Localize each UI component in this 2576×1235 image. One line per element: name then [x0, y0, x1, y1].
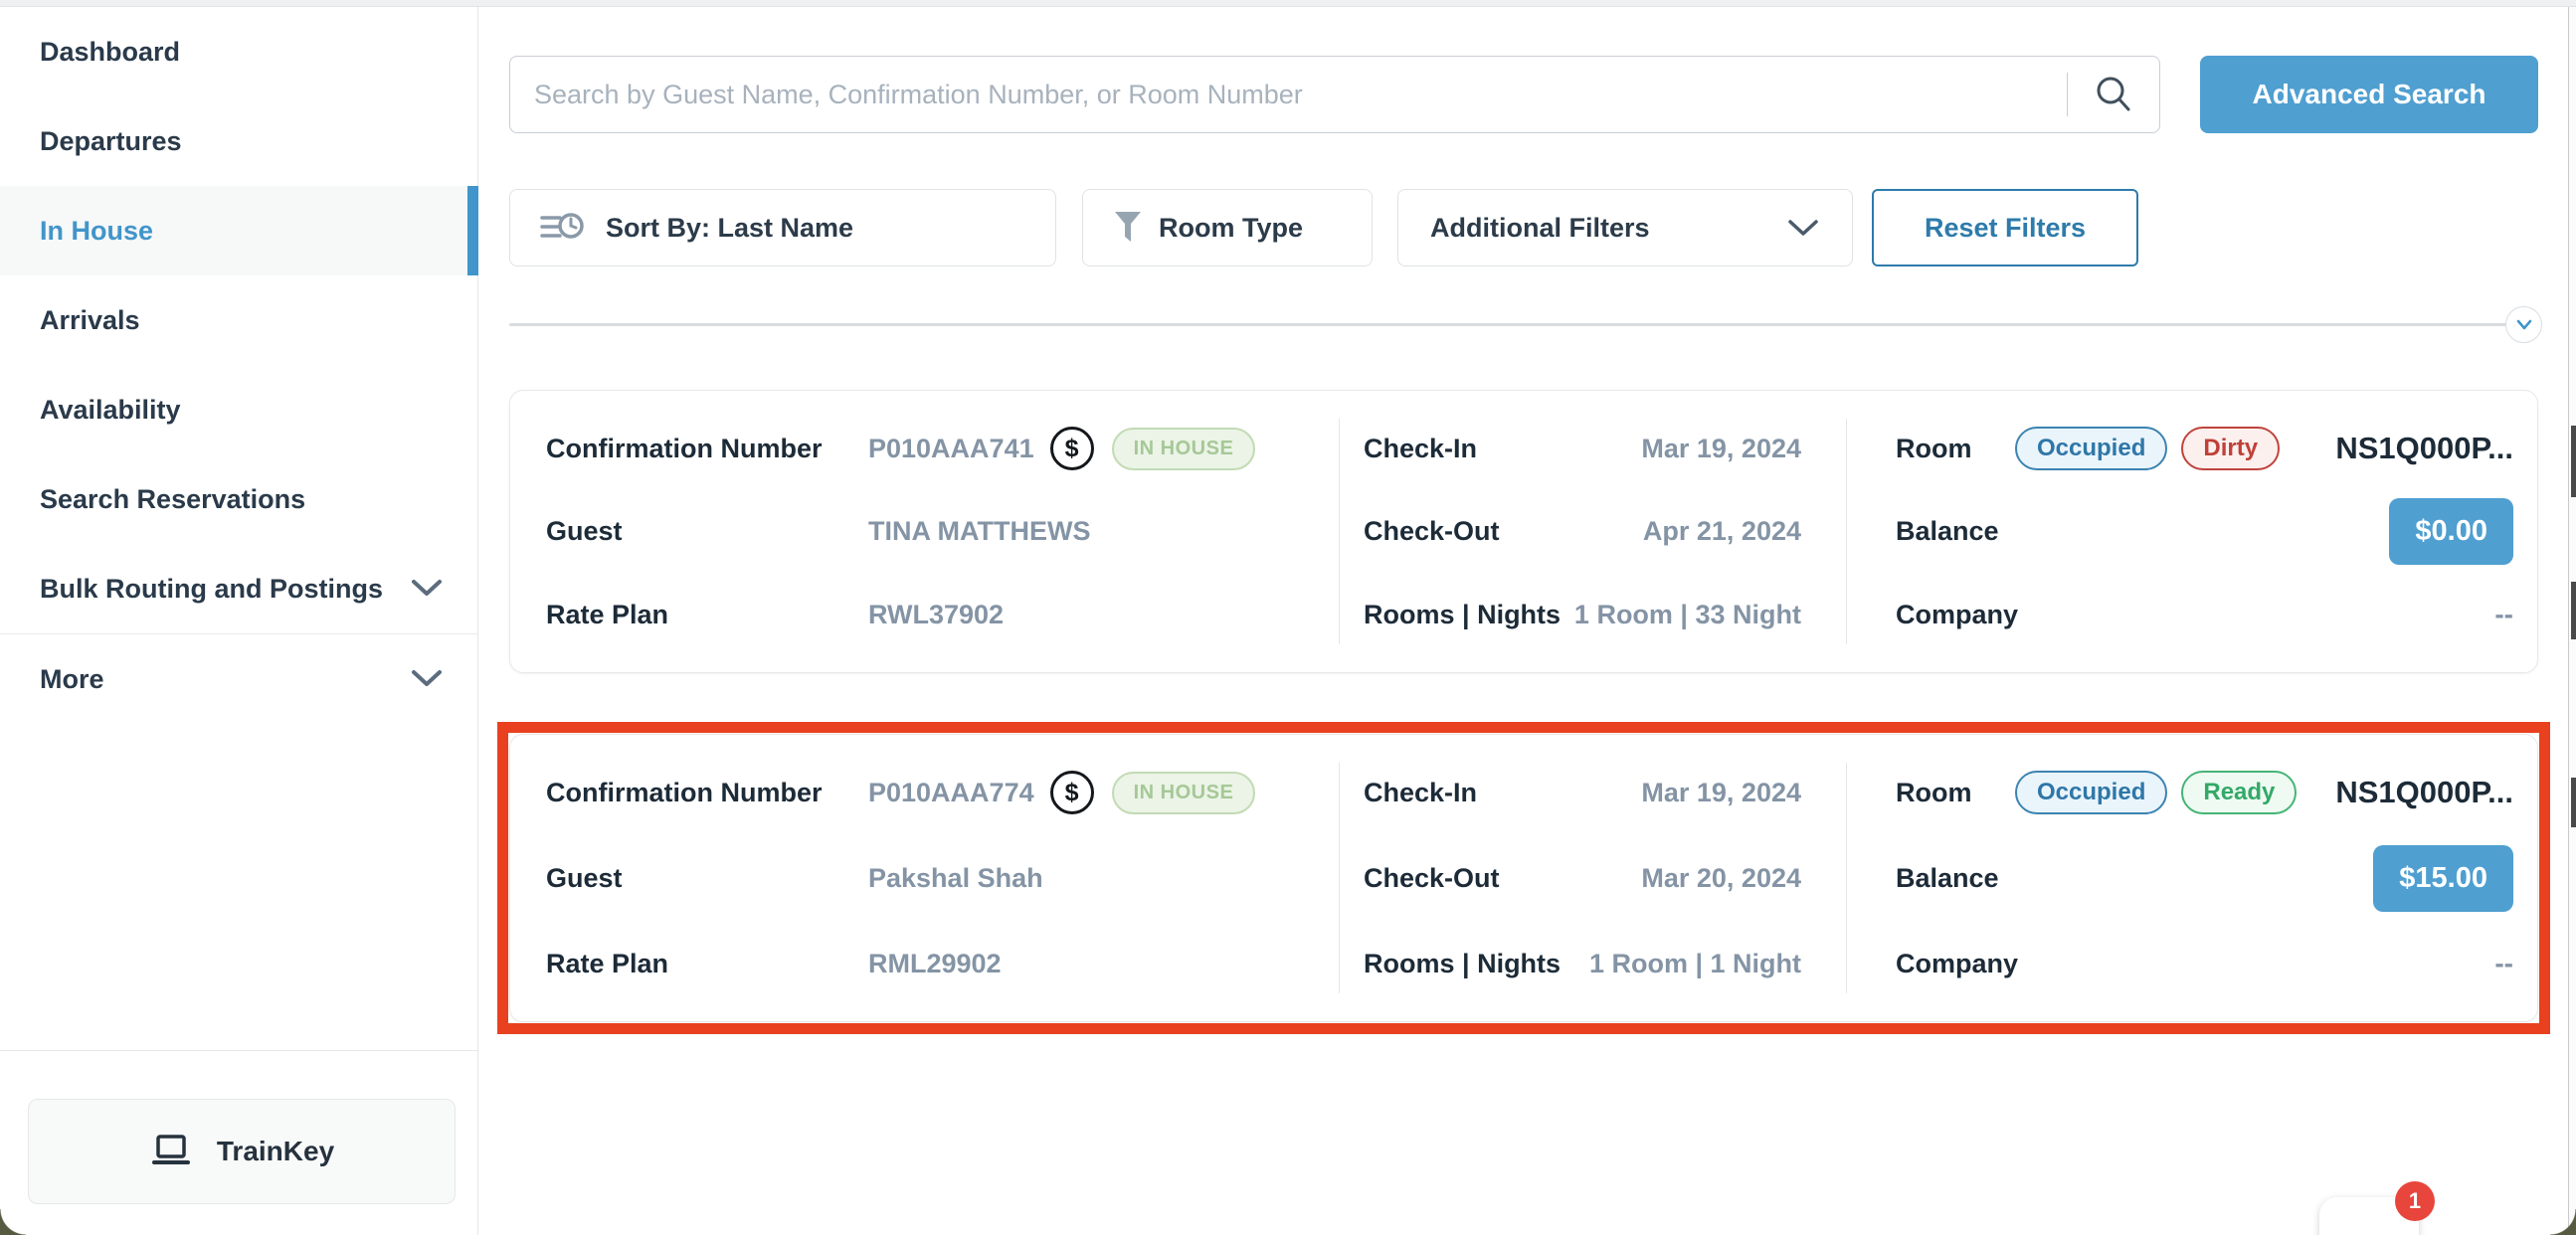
additional-filters-dropdown[interactable]: Additional Filters	[1397, 189, 1853, 266]
balance-row: Balance $0.00	[1896, 498, 2513, 565]
card-column-divider	[1846, 419, 1847, 644]
sidebar-item-in-house[interactable]: In House	[0, 186, 477, 275]
search-bar	[509, 56, 2160, 133]
collapse-section-button[interactable]	[2505, 306, 2542, 343]
rate-plan-row: Rate Plan RML29902	[546, 936, 1319, 991]
chevron-down-icon	[411, 664, 443, 695]
room-number: NS1Q000P...	[2335, 775, 2513, 810]
card-column-divider	[1846, 763, 1847, 993]
check-out-row: Check-Out Apr 21, 2024	[1364, 504, 1801, 560]
check-out-row: Check-Out Mar 20, 2024	[1364, 850, 1801, 906]
sidebar-item-more[interactable]: More	[0, 634, 477, 724]
room-status-badges: Occupied Ready	[2015, 771, 2297, 814]
housekeeping-badge: Ready	[2181, 771, 2297, 814]
confirmation-row: Confirmation Number P010AAA741 $ IN HOUS…	[546, 421, 1319, 476]
trainkey-button[interactable]: TrainKey	[28, 1099, 456, 1204]
chevron-down-icon	[411, 574, 443, 605]
check-in-date: Mar 19, 2024	[1641, 778, 1801, 808]
window-corner	[2550, 1209, 2576, 1235]
chat-widget-button[interactable]: 1	[2319, 1197, 2419, 1235]
confirmation-number: P010AAA774	[868, 778, 1034, 808]
check-out-date: Apr 21, 2024	[1643, 516, 1801, 547]
rate-plan-value: RWL37902	[868, 600, 1004, 630]
check-in-row: Check-In Mar 19, 2024	[1364, 765, 1801, 820]
sidebar-item-dashboard[interactable]: Dashboard	[0, 7, 477, 96]
check-out-date: Mar 20, 2024	[1641, 863, 1801, 894]
rooms-nights-row: Rooms | Nights 1 Room | 1 Night	[1364, 936, 1801, 991]
advanced-search-button[interactable]: Advanced Search	[2200, 56, 2538, 133]
confirmation-number: P010AAA741	[868, 434, 1034, 464]
guest-row: Guest TINA MATTHEWS	[546, 504, 1319, 560]
search-icon[interactable]	[2068, 73, 2159, 116]
company-row: Company --	[1896, 587, 2513, 642]
room-type-filter-button[interactable]: Room Type	[1082, 189, 1373, 266]
balance-row: Balance $15.00	[1896, 845, 2513, 912]
section-divider	[509, 323, 2511, 326]
sort-icon	[538, 210, 586, 246]
company-value: --	[2494, 948, 2513, 979]
room-number: NS1Q000P...	[2335, 431, 2513, 466]
card-room-column: Room Occupied Ready NS1Q000P... Balance …	[1846, 735, 2537, 1021]
card-column-divider	[1339, 419, 1340, 644]
room-row: Room Occupied Ready NS1Q000P...	[1896, 765, 2513, 820]
sidebar-item-departures[interactable]: Departures	[0, 96, 477, 186]
sidebar: Dashboard Departures In House Arrivals A…	[0, 7, 478, 1235]
in-house-reservations-page: Dashboard Departures In House Arrivals A…	[0, 0, 2576, 1235]
rooms-nights-row: Rooms | Nights 1 Room | 33 Night	[1364, 587, 1801, 642]
reservation-card[interactable]: Confirmation Number P010AAA774 $ IN HOUS…	[509, 734, 2538, 1022]
occupancy-badge: Occupied	[2015, 427, 2167, 470]
card-room-column: Room Occupied Dirty NS1Q000P... Balance …	[1846, 391, 2537, 672]
company-value: --	[2494, 599, 2513, 630]
status-badge: IN HOUSE	[1112, 428, 1256, 470]
edge-artifact	[2571, 778, 2576, 827]
status-badge: IN HOUSE	[1112, 772, 1256, 814]
window-top-edge	[0, 0, 2576, 7]
sidebar-item-arrivals[interactable]: Arrivals	[0, 275, 477, 365]
payment-dollar-icon[interactable]: $	[1050, 771, 1094, 814]
payment-dollar-icon[interactable]: $	[1050, 427, 1094, 470]
sort-by-button[interactable]: Sort By: Last Name	[509, 189, 1056, 266]
search-input[interactable]	[510, 80, 2067, 110]
company-row: Company --	[1896, 936, 2513, 991]
edge-artifact	[2571, 582, 2576, 639]
rate-plan-value: RML29902	[868, 949, 1002, 979]
rooms-nights-value: 1 Room | 33 Night	[1574, 600, 1801, 630]
reservation-card[interactable]: Confirmation Number P010AAA741 $ IN HOUS…	[509, 390, 2538, 673]
card-dates-column: Check-In Mar 19, 2024 Check-Out Mar 20, …	[1339, 735, 1846, 1021]
card-guest-column: Confirmation Number P010AAA774 $ IN HOUS…	[510, 735, 1339, 1021]
balance-button[interactable]: $0.00	[2389, 498, 2513, 565]
check-in-date: Mar 19, 2024	[1641, 434, 1801, 464]
sidebar-item-bulk-routing[interactable]: Bulk Routing and Postings	[0, 544, 477, 633]
rate-plan-row: Rate Plan RWL37902	[546, 587, 1319, 642]
sidebar-item-search-reservations[interactable]: Search Reservations	[0, 454, 477, 544]
edge-artifact	[2571, 426, 2576, 497]
notification-badge: 1	[2395, 1181, 2435, 1221]
confirmation-row: Confirmation Number P010AAA774 $ IN HOUS…	[546, 765, 1319, 820]
card-column-divider	[1339, 763, 1340, 993]
check-in-row: Check-In Mar 19, 2024	[1364, 421, 1801, 476]
laptop-icon	[149, 1133, 193, 1170]
window-corner	[0, 1209, 26, 1235]
room-row: Room Occupied Dirty NS1Q000P...	[1896, 421, 2513, 476]
sidebar-footer: TrainKey	[0, 1050, 477, 1235]
sidebar-item-availability[interactable]: Availability	[0, 365, 477, 454]
occupancy-badge: Occupied	[2015, 771, 2167, 814]
reset-filters-button[interactable]: Reset Filters	[1872, 189, 2138, 266]
card-guest-column: Confirmation Number P010AAA741 $ IN HOUS…	[510, 391, 1339, 672]
card-dates-column: Check-In Mar 19, 2024 Check-Out Apr 21, …	[1339, 391, 1846, 672]
rooms-nights-value: 1 Room | 1 Night	[1589, 949, 1801, 979]
sidebar-nav: Dashboard Departures In House Arrivals A…	[0, 7, 477, 724]
housekeeping-badge: Dirty	[2181, 427, 2280, 470]
guest-name: TINA MATTHEWS	[868, 516, 1090, 547]
guest-row: Guest Pakshal Shah	[546, 850, 1319, 906]
balance-button[interactable]: $15.00	[2373, 845, 2513, 912]
guest-name: Pakshal Shah	[868, 863, 1043, 894]
chevron-down-icon	[1786, 218, 1820, 238]
funnel-icon	[1113, 211, 1143, 245]
room-status-badges: Occupied Dirty	[2015, 427, 2280, 470]
